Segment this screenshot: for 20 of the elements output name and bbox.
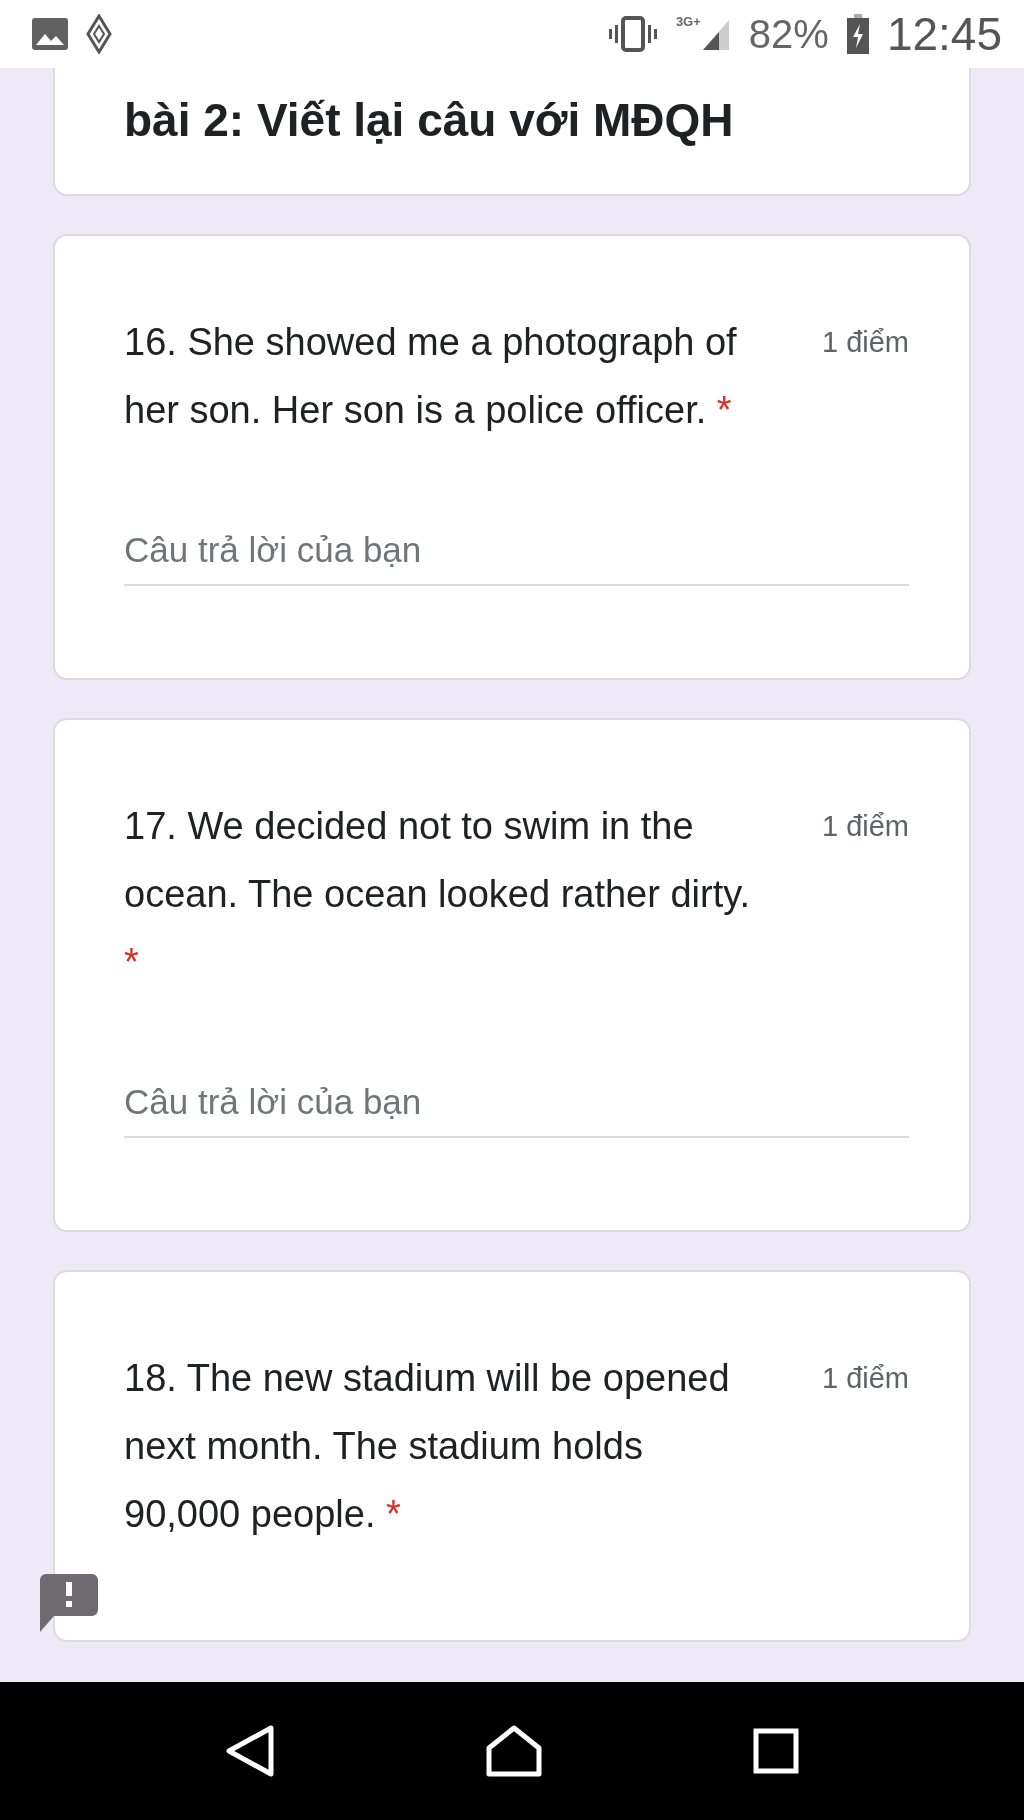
vibrate-icon [607,16,658,52]
recents-button[interactable] [753,1728,799,1774]
question-points: 1 điểm [821,1362,909,1395]
battery-percent: 82% [748,11,829,57]
question-text: 18. The new stadium will be opened next month. The stadium holds 90,000 people. * [124,1356,731,1537]
diamond-icon [86,14,112,54]
answer-field[interactable]: Câu trả lời của bạn [124,1082,909,1138]
battery-charging-icon [846,14,869,54]
answer-field[interactable]: Câu trả lời của bạn [124,530,909,586]
image-icon [32,18,68,50]
question-points: 1 điểm [821,326,909,359]
feedback-icon[interactable] [40,1574,98,1632]
question-points: 1 điểm [821,810,909,843]
home-button[interactable] [485,1724,543,1778]
clock: 12:45 [886,7,1002,61]
question-text: 17. We decided not to swim in the ocean. The ocean looked rather dirty. * [124,804,751,985]
question-text: 16. She showed me a photograph of her son. Her son is a police officer. * [124,320,738,433]
back-button[interactable] [225,1724,275,1778]
section-title: bài 2: Viết lại câu với MĐQH [124,93,735,148]
network-type: 3G+ [675,14,701,29]
